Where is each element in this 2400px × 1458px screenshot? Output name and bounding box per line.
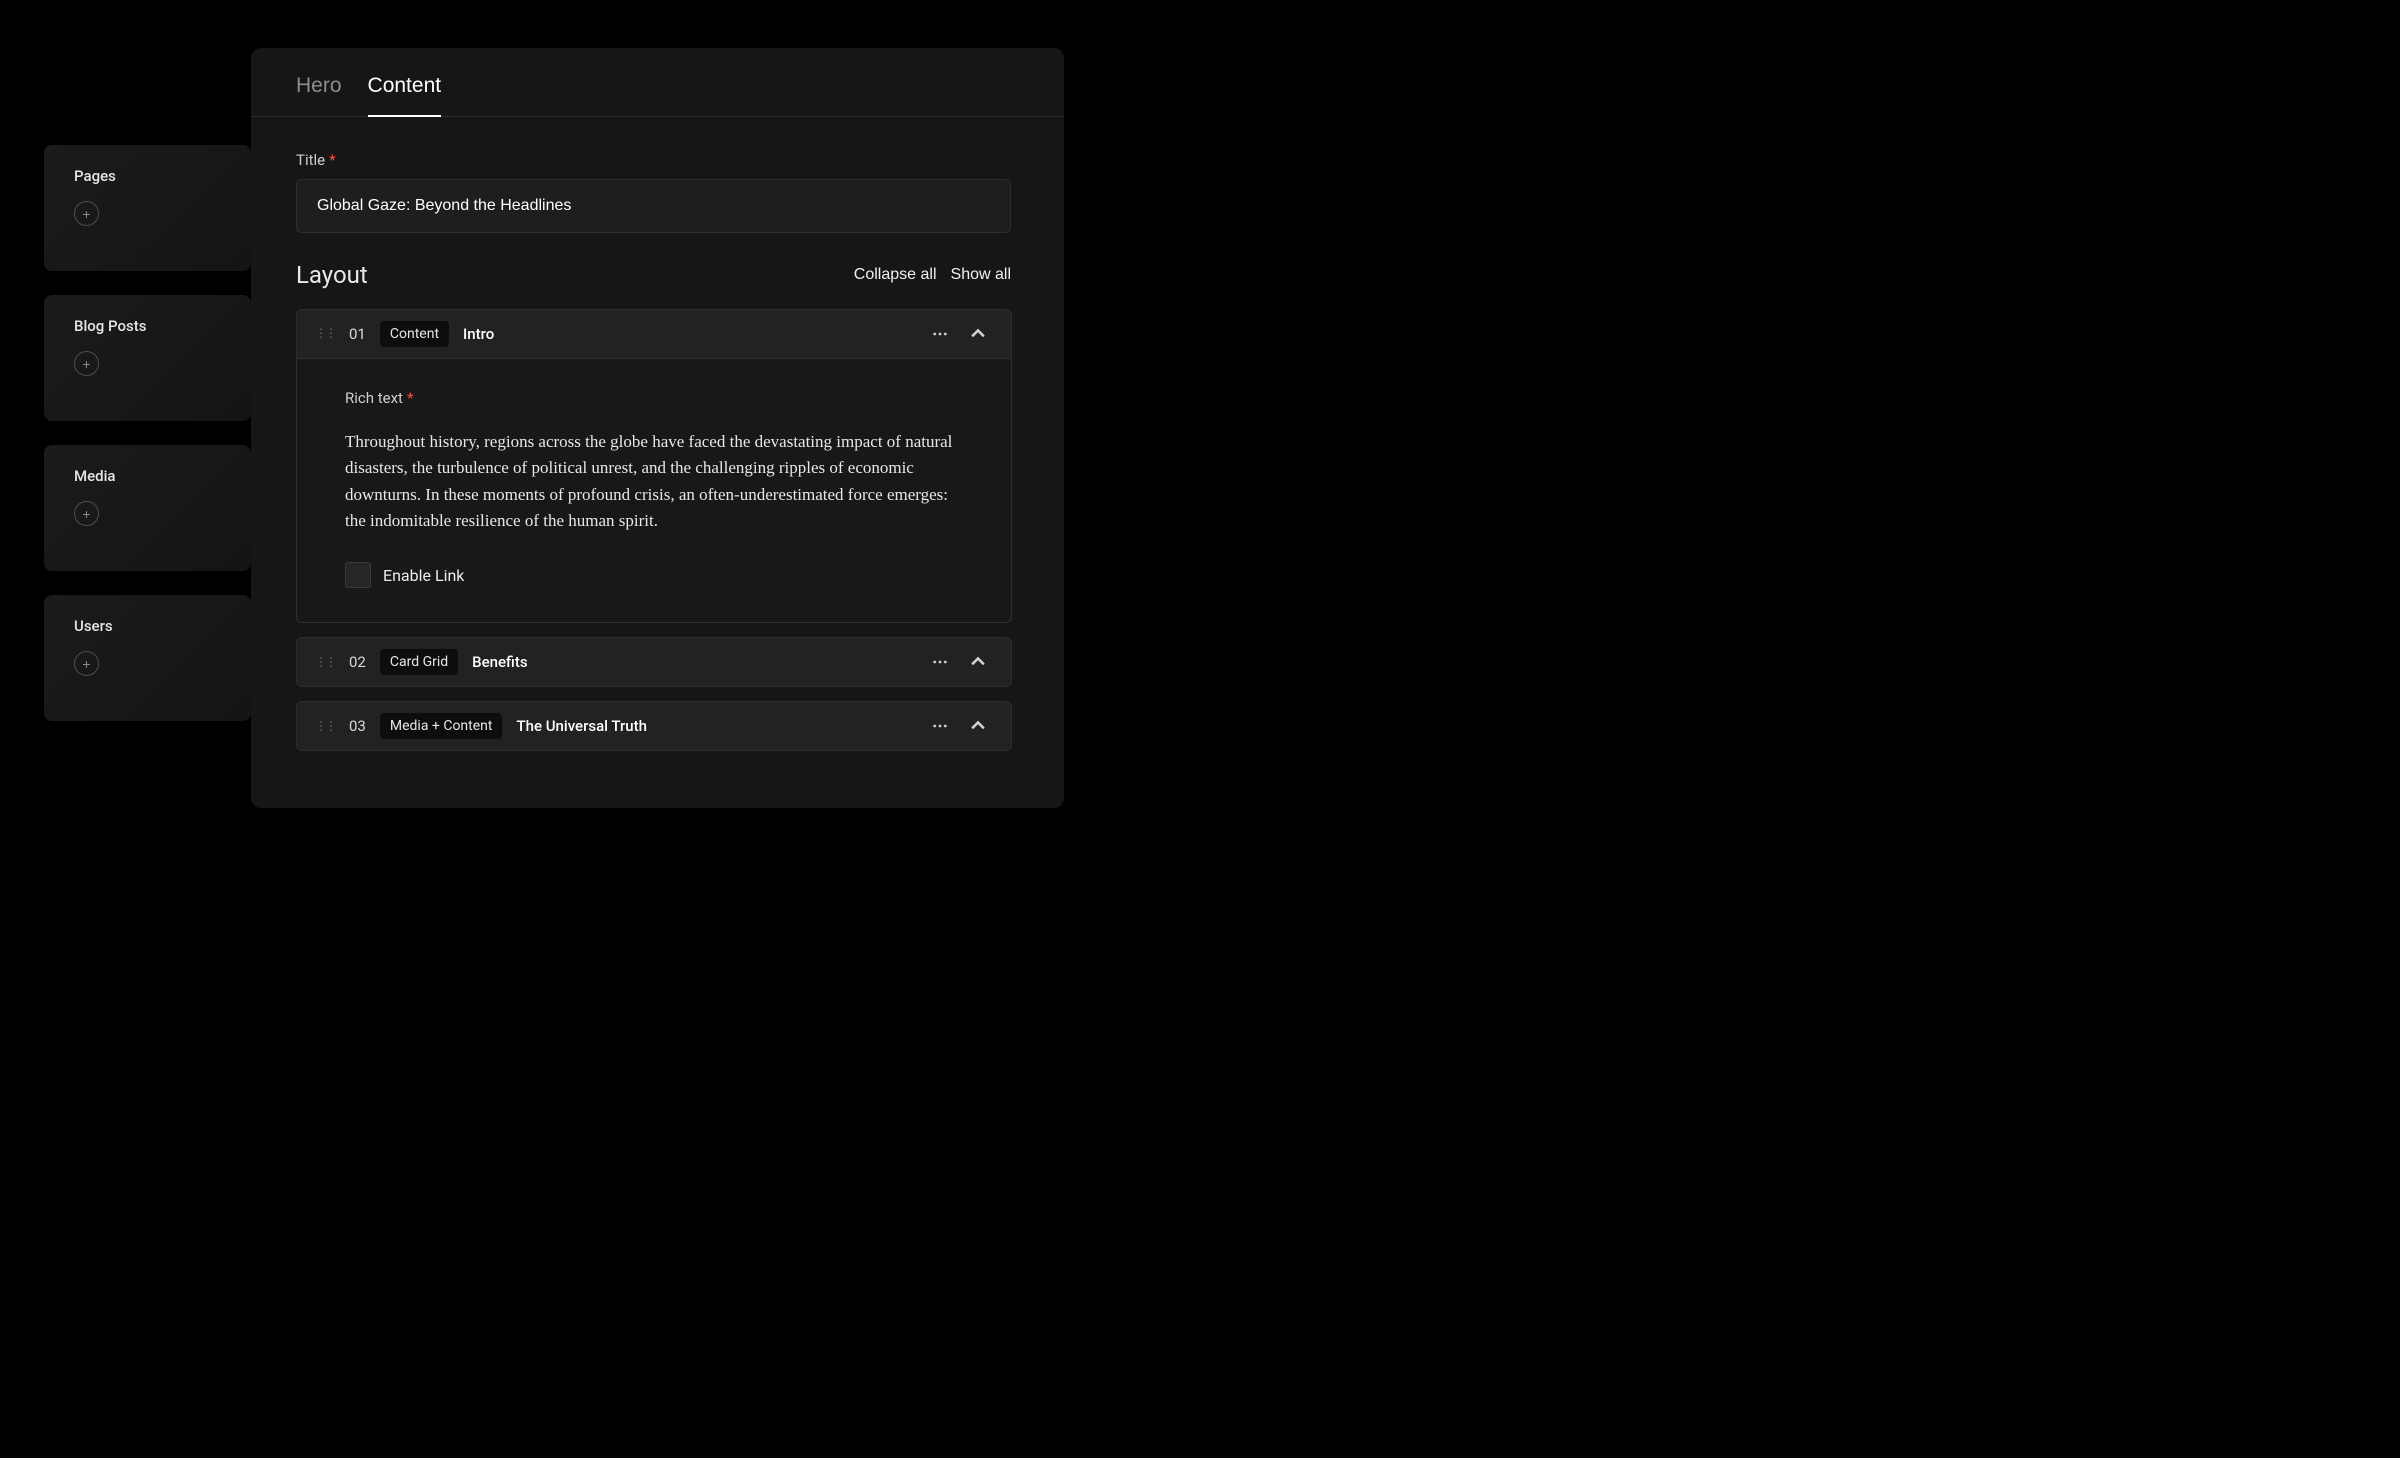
block-collapse-button[interactable]	[967, 651, 989, 673]
enable-link-checkbox[interactable]	[345, 562, 371, 588]
layout-block: ⋮⋮ 03 Media + Content The Universal Trut…	[296, 701, 1012, 751]
add-button[interactable]: +	[74, 351, 99, 376]
layout-header: Layout Collapse all Show all	[296, 261, 1011, 289]
block-header[interactable]: ⋮⋮ 01 Content Intro	[297, 310, 1011, 358]
layout-blocks: ⋮⋮ 01 Content Intro Rich	[296, 309, 1012, 751]
title-input[interactable]	[296, 179, 1011, 233]
block-header[interactable]: ⋮⋮ 03 Media + Content The Universal Trut…	[297, 702, 1011, 750]
dots-icon	[933, 655, 947, 669]
main-panel: Hero Content Title* Layout Collapse all …	[251, 48, 1064, 808]
layout-actions: Collapse all Show all	[854, 266, 1011, 284]
block-title: Benefits	[472, 653, 527, 671]
block-more-button[interactable]	[929, 715, 951, 737]
chevron-up-icon	[971, 719, 985, 733]
drag-handle-icon[interactable]: ⋮⋮	[315, 330, 335, 337]
layout-block: ⋮⋮ 02 Card Grid Benefits	[296, 637, 1012, 687]
block-title: Intro	[463, 325, 494, 343]
sidebar: Pages + Blog Posts + Media + Users +	[44, 145, 251, 721]
add-button[interactable]: +	[74, 201, 99, 226]
block-number: 02	[349, 653, 366, 671]
plus-icon: +	[82, 657, 90, 671]
add-button[interactable]: +	[74, 501, 99, 526]
tabs: Hero Content	[251, 48, 1064, 117]
required-indicator: *	[329, 151, 335, 169]
sidebar-card-blog-posts[interactable]: Blog Posts +	[44, 295, 251, 421]
block-more-button[interactable]	[929, 323, 951, 345]
required-indicator: *	[407, 389, 413, 407]
title-field-label: Title*	[296, 151, 1019, 169]
panel-body: Title* Layout Collapse all Show all ⋮⋮ 0…	[251, 117, 1064, 751]
block-number: 03	[349, 717, 366, 735]
sidebar-card-users[interactable]: Users +	[44, 595, 251, 721]
block-header[interactable]: ⋮⋮ 02 Card Grid Benefits	[297, 638, 1011, 686]
rich-text-content[interactable]: Throughout history, regions across the g…	[345, 429, 963, 534]
sidebar-card-title: Users	[74, 617, 227, 635]
drag-handle-icon[interactable]: ⋮⋮	[315, 723, 335, 730]
tab-hero[interactable]: Hero	[296, 74, 342, 116]
sidebar-card-pages[interactable]: Pages +	[44, 145, 251, 271]
block-type-badge: Card Grid	[380, 649, 458, 675]
sidebar-card-title: Media	[74, 467, 227, 485]
block-collapse-button[interactable]	[967, 715, 989, 737]
dots-icon	[933, 719, 947, 733]
enable-link-row: Enable Link	[345, 562, 963, 588]
chevron-up-icon	[971, 327, 985, 341]
block-number: 01	[349, 325, 366, 343]
block-collapse-button[interactable]	[967, 323, 989, 345]
add-button[interactable]: +	[74, 651, 99, 676]
show-all-button[interactable]: Show all	[951, 266, 1011, 284]
rich-text-label: Rich text*	[345, 389, 963, 407]
drag-handle-icon[interactable]: ⋮⋮	[315, 659, 335, 666]
dots-icon	[933, 327, 947, 341]
plus-icon: +	[82, 507, 90, 521]
plus-icon: +	[82, 357, 90, 371]
block-title: The Universal Truth	[516, 717, 647, 735]
sidebar-card-media[interactable]: Media +	[44, 445, 251, 571]
block-more-button[interactable]	[929, 651, 951, 673]
chevron-up-icon	[971, 655, 985, 669]
block-type-badge: Content	[380, 321, 449, 347]
layout-block: ⋮⋮ 01 Content Intro Rich	[296, 309, 1012, 623]
collapse-all-button[interactable]: Collapse all	[854, 266, 937, 284]
layout-heading: Layout	[296, 261, 368, 289]
plus-icon: +	[82, 207, 90, 221]
block-type-badge: Media + Content	[380, 713, 503, 739]
enable-link-label: Enable Link	[383, 566, 464, 585]
tab-content[interactable]: Content	[368, 74, 442, 116]
sidebar-card-title: Pages	[74, 167, 227, 185]
block-body: Rich text* Throughout history, regions a…	[297, 358, 1011, 622]
sidebar-card-title: Blog Posts	[74, 317, 227, 335]
